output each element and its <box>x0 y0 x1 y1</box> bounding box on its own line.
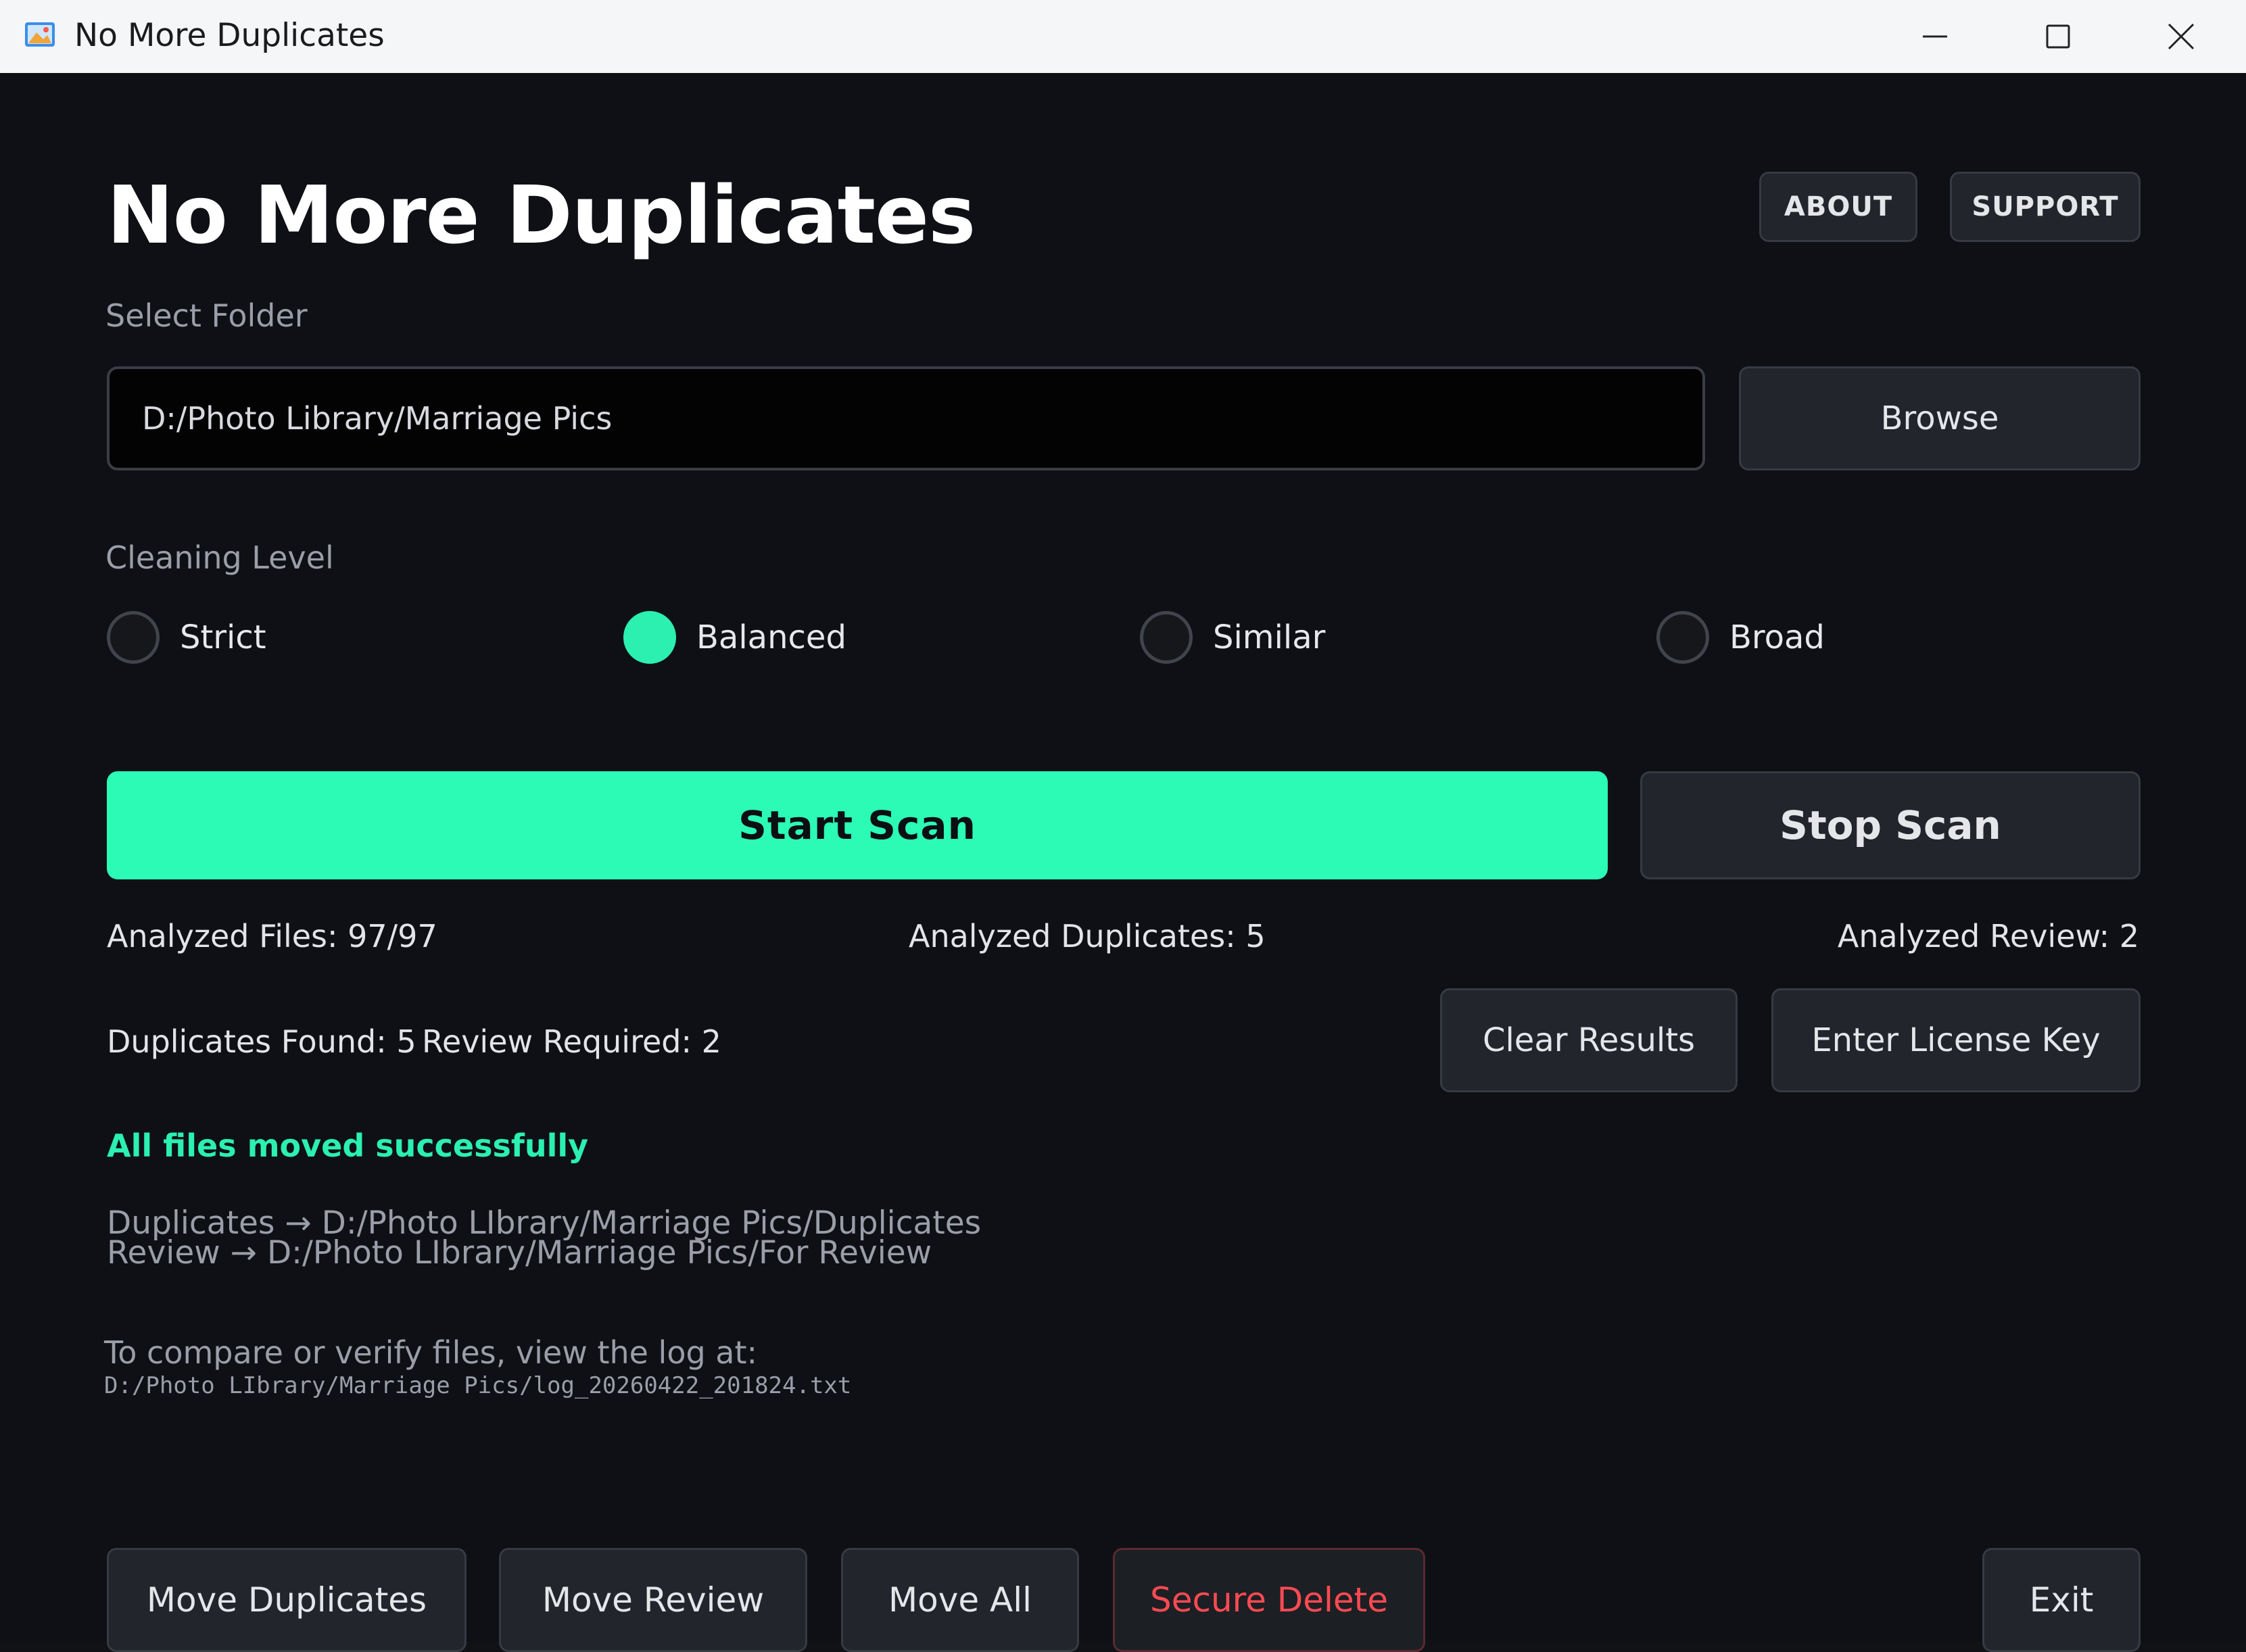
minimize-button[interactable] <box>1894 9 1976 64</box>
maximize-icon <box>2046 24 2070 49</box>
review-required-stat: Review Required: 2 <box>422 1023 721 1060</box>
move-all-button[interactable]: Move All <box>841 1548 1079 1652</box>
radio-circle <box>1140 611 1193 664</box>
cleaning-level-label: Cleaning Level <box>105 539 334 576</box>
radio-broad[interactable]: Broad <box>1656 607 1825 668</box>
radio-label: Similar <box>1213 618 1326 656</box>
move-review-button[interactable]: Move Review <box>499 1548 807 1652</box>
radio-balanced[interactable]: Balanced <box>623 607 846 668</box>
radio-similar[interactable]: Similar <box>1140 607 1325 668</box>
window-titlebar: No More Duplicates <box>0 0 2246 74</box>
radio-strict[interactable]: Strict <box>107 607 266 668</box>
maximize-button[interactable] <box>2017 9 2099 64</box>
enter-license-key-button[interactable]: Enter License Key <box>1771 988 2141 1092</box>
radio-label: Broad <box>1729 618 1825 656</box>
exit-button[interactable]: Exit <box>1982 1548 2141 1652</box>
clear-results-button[interactable]: Clear Results <box>1440 988 1738 1092</box>
support-button[interactable]: SUPPORT <box>1950 172 2141 242</box>
moved-paths: Duplicates → D:/Photo LIbrary/Marriage P… <box>107 1207 981 1271</box>
radio-circle-selected <box>623 611 676 664</box>
about-button[interactable]: ABOUT <box>1759 172 1917 242</box>
select-folder-label: Select Folder <box>105 297 308 334</box>
radio-label: Strict <box>180 618 266 656</box>
move-duplicates-button[interactable]: Move Duplicates <box>107 1548 467 1652</box>
log-path[interactable]: D:/Photo LIbrary/Marriage Pics/log_20260… <box>104 1372 851 1399</box>
app-title: No More Duplicates <box>107 168 976 262</box>
analyzed-review-stat: Analyzed Review: 2 <box>1837 918 2139 954</box>
analyzed-duplicates-stat: Analyzed Duplicates: 5 <box>909 918 1266 954</box>
analyzed-files-stat: Analyzed Files: 97/97 <box>107 918 437 954</box>
success-message: All files moved successfully <box>107 1127 589 1164</box>
main-panel: No More Duplicates ABOUT SUPPORT Select … <box>0 73 2246 1652</box>
duplicates-found-stat: Duplicates Found: 5 <box>107 1023 416 1060</box>
radio-circle <box>107 611 160 664</box>
log-hint: To compare or verify files, view the log… <box>104 1334 758 1371</box>
review-path: Review → D:/Photo LIbrary/Marriage Pics/… <box>107 1234 932 1271</box>
radio-label: Balanced <box>696 618 846 656</box>
window-title: No More Duplicates <box>74 17 385 54</box>
close-button[interactable] <box>2141 9 2222 64</box>
folder-path-input[interactable] <box>107 366 1705 470</box>
start-scan-button[interactable]: Start Scan <box>107 771 1608 879</box>
secure-delete-button[interactable]: Secure Delete <box>1113 1548 1425 1652</box>
close-icon <box>2168 23 2195 50</box>
minimize-icon <box>1923 35 1947 38</box>
radio-circle <box>1656 611 1709 664</box>
photo-app-icon <box>24 22 55 47</box>
stop-scan-button[interactable]: Stop Scan <box>1640 771 2141 879</box>
browse-button[interactable]: Browse <box>1739 366 2141 470</box>
